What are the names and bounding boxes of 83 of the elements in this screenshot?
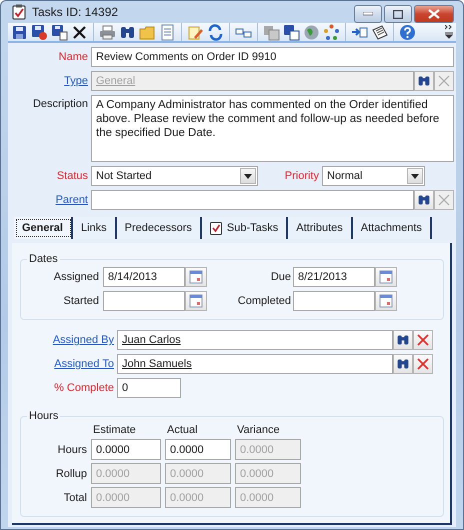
caret-icon xyxy=(411,174,419,178)
parent-field[interactable] xyxy=(91,190,414,210)
calendar-icon xyxy=(379,294,393,308)
calendar-button[interactable] xyxy=(185,267,207,287)
close-icon xyxy=(428,9,440,19)
row-label: Total xyxy=(62,492,87,504)
date-field[interactable]: 8/21/2013 xyxy=(293,267,375,287)
globe-icon[interactable] xyxy=(303,24,320,40)
binoculars-icon xyxy=(417,193,431,207)
refresh-icon[interactable] xyxy=(207,24,224,40)
percent-field[interactable]: 0 xyxy=(117,378,181,398)
search-button[interactable] xyxy=(414,71,434,91)
priority-dropdown[interactable]: Normal xyxy=(322,166,425,186)
clear-icon xyxy=(438,75,450,87)
save-delete-icon[interactable] xyxy=(31,24,48,40)
field-link[interactable]: Assigned To xyxy=(20,358,114,370)
save-icon[interactable] xyxy=(11,24,28,40)
search-button[interactable] xyxy=(393,330,413,350)
name-field[interactable]: Review Comments on Order ID 9910 xyxy=(91,47,454,67)
save-copy-icon[interactable] xyxy=(51,24,68,40)
clipboard-check-icon xyxy=(210,221,222,235)
clipboard-check-icon xyxy=(12,4,26,20)
person-field[interactable]: Juan Carlos xyxy=(117,330,393,350)
date-label: Due xyxy=(270,271,291,283)
help-icon[interactable] xyxy=(399,24,416,40)
field-label: Description xyxy=(32,97,88,110)
calendar-button[interactable] xyxy=(375,267,397,287)
document-icon[interactable] xyxy=(159,24,176,40)
minimize-button[interactable] xyxy=(354,5,382,23)
note-icon[interactable] xyxy=(371,24,388,40)
save-window-icon[interactable] xyxy=(283,24,300,40)
date-label: Completed xyxy=(236,295,291,307)
field-link[interactable]: Assigned By xyxy=(20,334,114,346)
clear-icon xyxy=(417,334,429,346)
overflow-icon[interactable] xyxy=(445,25,453,39)
date-field[interactable] xyxy=(293,291,375,311)
status-dropdown[interactable]: Not Started xyxy=(91,166,258,186)
column-header: Actual xyxy=(166,424,199,436)
column-header: Variance xyxy=(236,424,281,436)
minimize-icon xyxy=(363,12,373,16)
person-field[interactable]: John Samuels xyxy=(117,354,393,374)
calendar-icon xyxy=(379,270,393,284)
hours-field[interactable]: 0.0000 xyxy=(91,439,161,460)
row-label: Rollup xyxy=(54,468,87,480)
group-title: Dates xyxy=(28,253,59,265)
tab[interactable]: General xyxy=(14,217,73,239)
search-button[interactable] xyxy=(414,190,434,210)
field-link[interactable]: Parent xyxy=(10,194,88,206)
binoculars-icon xyxy=(417,74,431,88)
clear-button[interactable] xyxy=(413,330,433,350)
copy-icon[interactable] xyxy=(263,24,280,40)
hours-field[interactable]: 0.0000 xyxy=(165,439,231,460)
calendar-icon xyxy=(189,270,203,284)
clear-button[interactable] xyxy=(413,354,433,374)
close-button[interactable] xyxy=(414,5,454,23)
date-label: Started xyxy=(62,295,99,307)
edit-icon[interactable] xyxy=(187,24,204,40)
date-field[interactable] xyxy=(103,291,185,311)
calendar-button[interactable] xyxy=(185,291,207,311)
description-field[interactable]: A Company Administrator has commented on the Order identified above. Please review the comment and follow-up as needed before the specified Due Date. xyxy=(91,95,454,162)
column-header: Estimate xyxy=(92,424,137,436)
field-label: Name xyxy=(58,51,88,63)
close-icon[interactable] xyxy=(71,24,88,40)
circle-dots-icon[interactable] xyxy=(323,24,340,40)
group-title: Hours xyxy=(28,410,60,422)
clear-icon xyxy=(438,194,450,206)
print-icon[interactable] xyxy=(99,24,116,40)
binoculars-icon xyxy=(396,333,410,347)
field-label: Priority xyxy=(284,170,319,182)
window-title: Tasks ID: 14392 xyxy=(32,5,120,19)
search-button[interactable] xyxy=(393,354,413,374)
field-label: % Complete xyxy=(53,382,114,394)
calendar-button[interactable] xyxy=(375,291,397,311)
field-label: Status xyxy=(56,170,88,182)
clear-icon xyxy=(417,358,429,370)
row-label: Hours xyxy=(56,444,87,456)
maximize-button[interactable] xyxy=(384,5,412,23)
caret-icon xyxy=(244,174,252,178)
maximize-icon xyxy=(393,10,403,18)
binoculars-icon xyxy=(396,357,410,371)
date-field[interactable]: 8/14/2013 xyxy=(103,267,185,287)
date-label: Assigned xyxy=(52,271,99,283)
calendar-icon xyxy=(189,294,203,308)
